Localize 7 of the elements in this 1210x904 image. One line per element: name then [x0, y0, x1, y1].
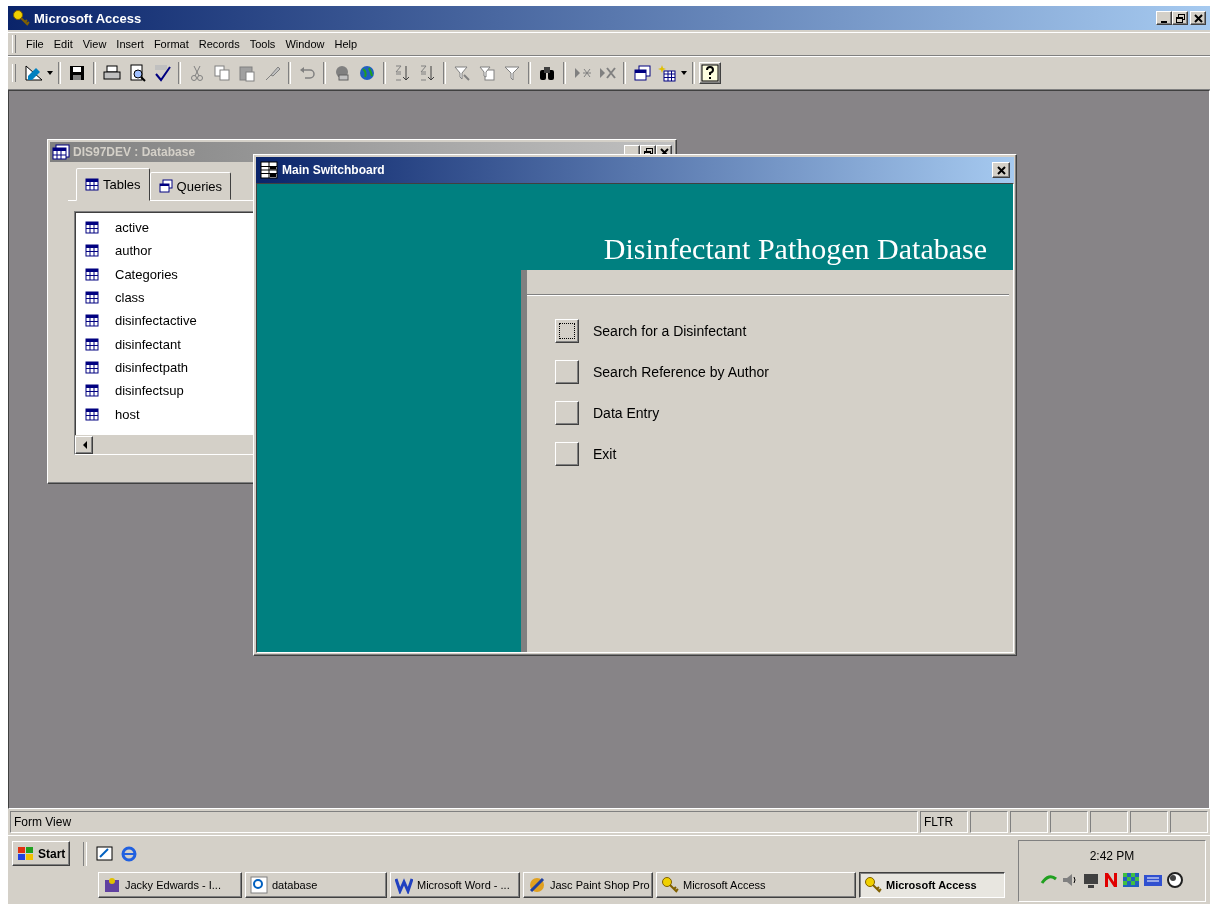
- app-title: Microsoft Access: [34, 10, 143, 26]
- status-text: Form View: [10, 811, 918, 833]
- window-title: DIS97DEV : Database: [73, 145, 196, 159]
- clock: 2:42 PM: [1089, 848, 1135, 865]
- filter-indicator: FLTR: [920, 811, 968, 833]
- window-title: Main Switchboard: [282, 163, 385, 177]
- form-heading: Disinfectant Pathogen Database: [603, 232, 987, 266]
